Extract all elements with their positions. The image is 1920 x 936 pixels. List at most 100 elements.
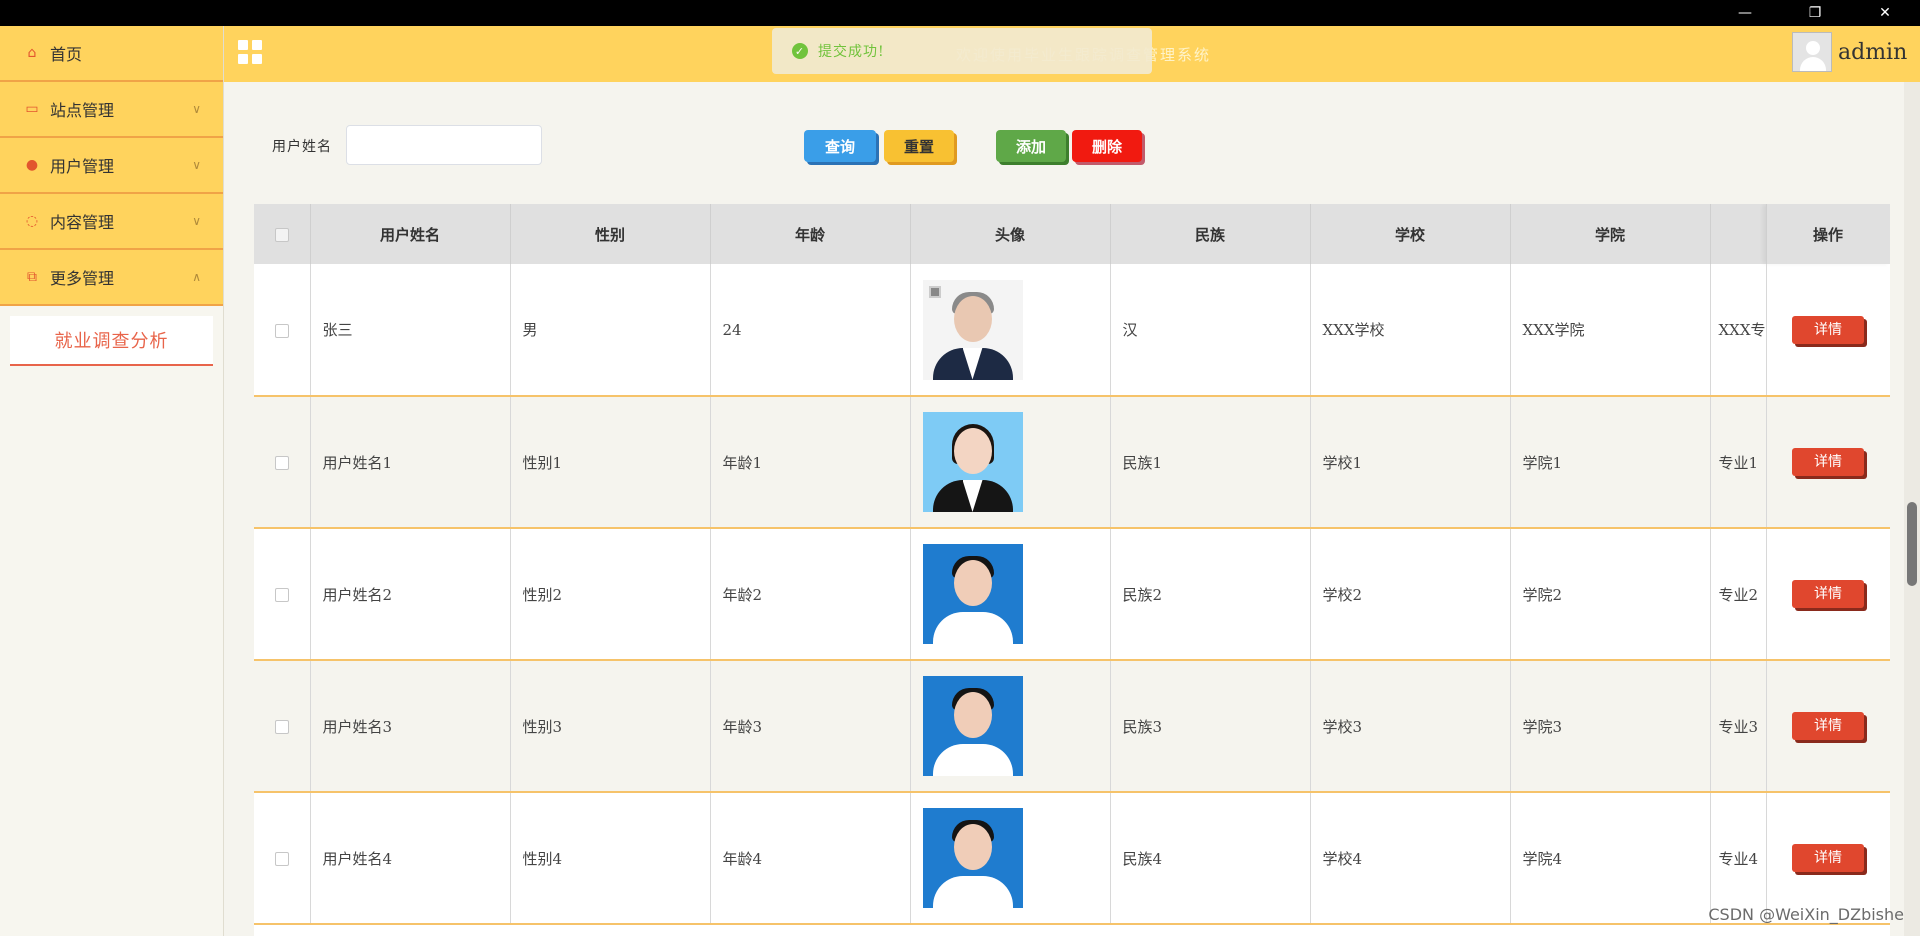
cell-avatar (910, 264, 1111, 397)
cell-name: 张三 (310, 264, 511, 397)
cell-avatar (910, 660, 1111, 793)
column-header: 民族 (1110, 204, 1311, 264)
reset-button[interactable]: 重置 (884, 130, 954, 162)
delete-button[interactable]: 删除 (1072, 130, 1142, 162)
watermark: CSDN @WeiXin_DZbishe (1708, 905, 1904, 924)
cell-major: 专业3 (1710, 660, 1767, 793)
minimize-icon[interactable]: — (1722, 0, 1768, 26)
sidebar-item-label: 更多管理 (50, 269, 115, 288)
avatar[interactable] (1792, 32, 1832, 72)
sidebar-item-more-management[interactable]: ⧉ 更多管理 ∧ (0, 250, 223, 306)
cell-major: 专业2 (1710, 528, 1767, 661)
top-header: 欢迎使用毕业生跟踪调查管理系统 ✓ 提交成功! admin (224, 26, 1920, 82)
cell-ethnic: 民族3 (1110, 660, 1311, 793)
cell-college: 学院2 (1510, 528, 1711, 661)
column-header: 年龄 (710, 204, 911, 264)
cell-age: 24 (710, 264, 911, 397)
table-row: 张三 男 24 汉 XXX学校 XXX学院 XXX专 详情 (254, 264, 1890, 397)
cell-avatar (910, 528, 1111, 661)
search-bar: 用户姓名 查询 重置 添加 删除 (224, 120, 1920, 168)
scrollbar-thumb[interactable] (1907, 502, 1917, 586)
sidebar-item-label: 用户管理 (50, 157, 115, 176)
cell-school: 学校2 (1310, 528, 1511, 661)
cell-age: 年龄2 (710, 528, 911, 661)
cell-ethnic: 汉 (1110, 264, 1311, 397)
search-label: 用户姓名 (272, 139, 332, 155)
sidebar-item-content-management[interactable]: ◌ 内容管理 ∨ (0, 194, 223, 250)
toast-message: 提交成功! (818, 44, 885, 60)
select-all-checkbox-cell[interactable] (254, 204, 311, 264)
sidebar-item-label: 首页 (50, 45, 83, 64)
menu-grid-icon[interactable] (238, 40, 262, 64)
cell-gender: 男 (510, 264, 711, 397)
user-table: 用户姓名 性别 年龄 头像 民族 学校 学院 操作 张三 男 24 汉 XXX学… (254, 204, 1890, 936)
cell-gender: 性别3 (510, 660, 711, 793)
sidebar-item-home[interactable]: ⌂ 首页 (0, 26, 223, 82)
column-header: 性别 (510, 204, 711, 264)
table-row: 用户姓名3 性别3 年龄3 民族3 学校3 学院3 专业3 详情 (254, 660, 1890, 793)
window-titlebar: — ❐ ✕ (0, 0, 1920, 26)
chevron-up-icon: ∧ (192, 270, 201, 284)
close-icon[interactable]: ✕ (1862, 0, 1908, 26)
monitor-icon: ▭ (25, 101, 39, 117)
detail-button[interactable]: 详情 (1792, 448, 1864, 476)
table-row: 用户姓名2 性别2 年龄2 民族2 学校2 学院2 专业2 详情 (254, 528, 1890, 661)
cell-avatar (910, 396, 1111, 529)
cell-major: XXX专 (1710, 264, 1767, 397)
row-checkbox[interactable] (274, 720, 289, 734)
row-checkbox[interactable] (274, 588, 289, 602)
cell-major: 专业1 (1710, 396, 1767, 529)
cell-ethnic: 民族1 (1110, 396, 1311, 529)
check-icon: ✓ (792, 43, 808, 59)
row-checkbox[interactable] (274, 456, 289, 470)
row-checkbox[interactable] (274, 852, 289, 866)
username-search-input[interactable] (346, 125, 542, 165)
username[interactable]: admin (1838, 40, 1907, 65)
cell-school: 学校4 (1310, 792, 1511, 925)
column-header: 头像 (910, 204, 1111, 264)
cell-college: 学院1 (1510, 396, 1711, 529)
column-header: 用户姓名 (310, 204, 511, 264)
user-icon: ● (25, 157, 39, 173)
column-header: 操作 (1766, 204, 1890, 264)
table-row: 用户姓名1 性别1 年龄1 民族1 学校1 学院1 专业1 详情 (254, 396, 1890, 529)
sidebar-item-user-management[interactable]: ● 用户管理 ∨ (0, 138, 223, 194)
avatar-photo (922, 676, 1023, 776)
cell-age: 年龄1 (710, 396, 911, 529)
success-toast: ✓ 提交成功! (772, 28, 1152, 74)
select-all-checkbox[interactable] (274, 228, 289, 242)
maximize-icon[interactable]: ❐ (1792, 0, 1838, 26)
sidebar-item-label: 内容管理 (50, 213, 115, 232)
cell-age: 年龄3 (710, 660, 911, 793)
query-button[interactable]: 查询 (804, 130, 876, 162)
chat-icon: ◌ (25, 213, 39, 229)
home-icon: ⌂ (27, 45, 37, 61)
vertical-scrollbar[interactable] (1904, 82, 1920, 936)
sidebar-item-site-management[interactable]: ▭ 站点管理 ∨ (0, 82, 223, 138)
detail-button[interactable]: 详情 (1792, 580, 1864, 608)
detail-button[interactable]: 详情 (1792, 315, 1864, 344)
cell-gender: 性别2 (510, 528, 711, 661)
avatar-photo (922, 808, 1023, 908)
chevron-down-icon: ∨ (192, 158, 201, 172)
detail-button[interactable]: 详情 (1792, 712, 1864, 740)
cell-college: 学院4 (1510, 792, 1711, 925)
cell-age: 年龄4 (710, 792, 911, 925)
chevron-down-icon: ∨ (192, 214, 201, 228)
row-checkbox[interactable] (274, 323, 289, 338)
cell-college: XXX学院 (1510, 264, 1711, 397)
cell-name: 用户姓名2 (310, 528, 511, 661)
table-row: 用户姓名4 性别4 年龄4 民族4 学校4 学院4 专业4 详情 (254, 792, 1890, 925)
cell-school: XXX学校 (1310, 264, 1511, 397)
sidebar-item-label: 站点管理 (50, 101, 115, 120)
column-header: 学院 (1510, 204, 1711, 264)
detail-button[interactable]: 详情 (1792, 844, 1864, 872)
column-header: 学校 (1310, 204, 1511, 264)
cell-college: 学院3 (1510, 660, 1711, 793)
cell-gender: 性别1 (510, 396, 711, 529)
sidebar-subitem-employment-survey[interactable]: 就业调查分析 (10, 316, 213, 366)
add-button[interactable]: 添加 (996, 130, 1066, 162)
cell-avatar (910, 792, 1111, 925)
cell-school: 学校3 (1310, 660, 1511, 793)
chevron-down-icon: ∨ (192, 102, 201, 116)
